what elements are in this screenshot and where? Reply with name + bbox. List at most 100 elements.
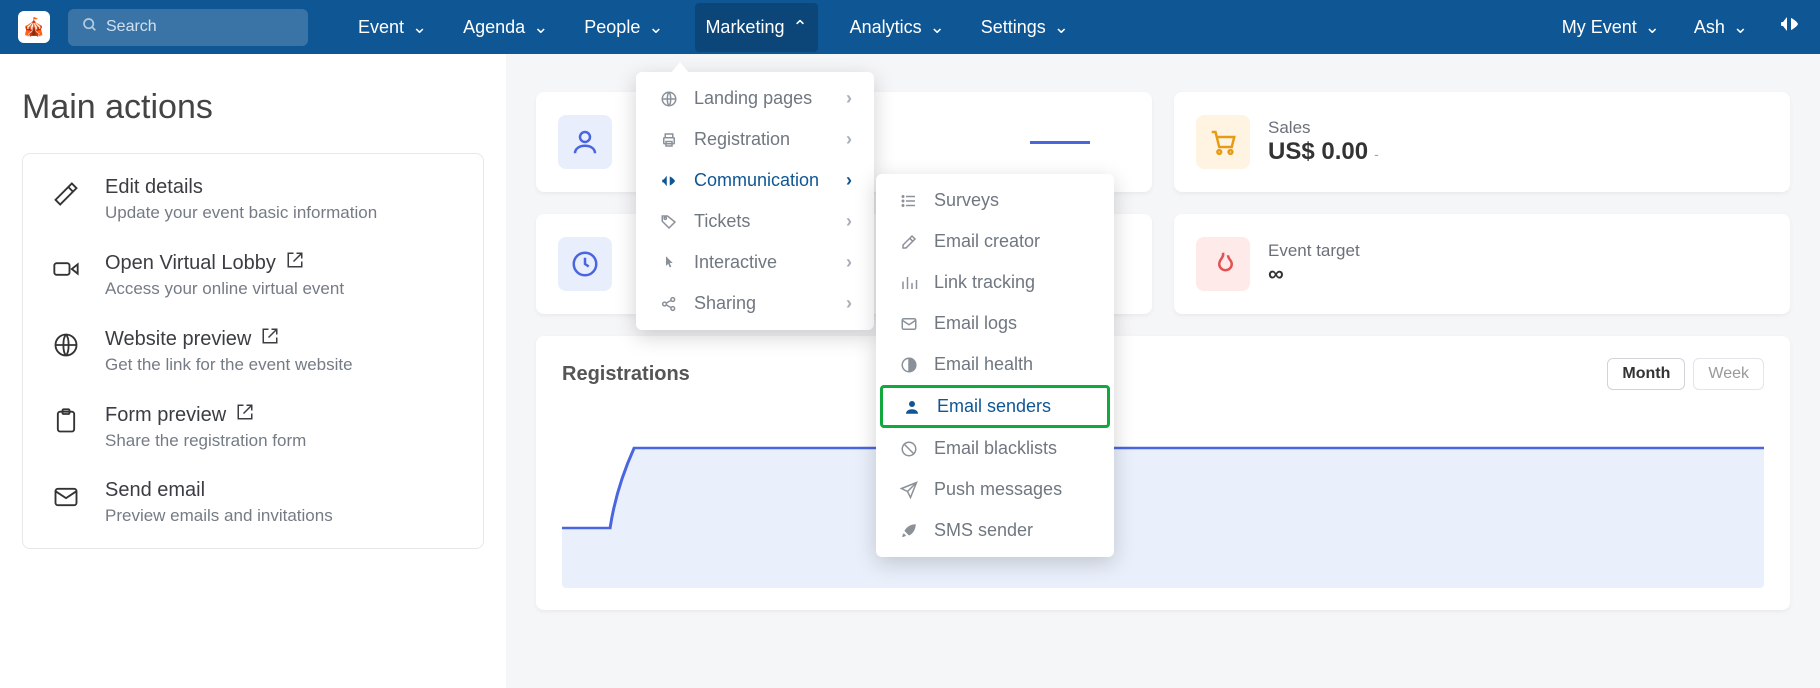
action-text: Form preview Share the registration form — [105, 403, 306, 451]
action-edit-details[interactable]: Edit details Update your event basic inf… — [49, 176, 457, 223]
menu-landing-pages[interactable]: Landing pages › — [636, 78, 874, 119]
chevron-down-icon: ⌄ — [648, 17, 663, 38]
action-text: Open Virtual Lobby Access your online vi… — [105, 251, 344, 299]
top-nav: 🎪 Event ⌄ Agenda⌄ People ⌄ Marketing⌃ Anal… — [0, 0, 1820, 54]
external-link-icon — [261, 327, 279, 351]
chevron-right-icon: › — [846, 211, 852, 232]
toggle-week[interactable]: Week — [1693, 358, 1764, 390]
search-input[interactable] — [106, 18, 294, 36]
menu-communication[interactable]: Communication › — [636, 160, 874, 201]
action-title: Open Virtual Lobby — [105, 252, 276, 275]
menu-label: Communication — [694, 170, 819, 191]
cart-icon — [1196, 115, 1250, 169]
nav-label: Marketing — [705, 17, 784, 38]
chart-area — [562, 408, 1764, 588]
action-text: Send email Preview emails and invitation… — [105, 479, 333, 526]
megaphone-icon — [658, 172, 680, 190]
stat-sub: - — [1374, 146, 1379, 162]
stat-text: Event target ∞ — [1268, 241, 1360, 287]
menu-label: Email health — [934, 354, 1033, 375]
stat-card-target[interactable]: Event target ∞ — [1174, 214, 1790, 314]
external-link-icon — [236, 403, 254, 427]
action-send-email[interactable]: Send email Preview emails and invitation… — [49, 479, 457, 526]
chevron-right-icon: › — [846, 293, 852, 314]
stat-label: Sales — [1268, 118, 1379, 138]
search-box[interactable] — [68, 9, 308, 46]
submenu-link-tracking[interactable]: Link tracking — [876, 262, 1114, 303]
stat-text: Sales US$ 0.00 - — [1268, 118, 1379, 166]
actions-card: Edit details Update your event basic inf… — [22, 153, 484, 549]
search-icon — [82, 17, 98, 38]
chevron-down-icon: ⌄ — [412, 17, 427, 38]
submenu-email-creator[interactable]: Email creator — [876, 221, 1114, 262]
nav-right: My Event ⌄ Ash⌄ — [1558, 3, 1802, 52]
contrast-icon — [898, 356, 920, 374]
share-icon — [658, 295, 680, 313]
nav-label: Analytics — [850, 17, 922, 38]
submenu-sms-sender[interactable]: SMS sender — [876, 510, 1114, 551]
nav-event[interactable]: Event ⌄ — [354, 3, 431, 52]
person-icon — [558, 115, 612, 169]
content-area: Sales US$ 0.00 - Event target — [506, 54, 1820, 688]
app-logo[interactable]: 🎪 — [18, 11, 50, 43]
chevron-down-icon: ⌄ — [930, 17, 945, 38]
action-title: Edit details — [105, 176, 203, 199]
submenu-surveys[interactable]: Surveys — [876, 180, 1114, 221]
action-text: Edit details Update your event basic inf… — [105, 176, 377, 223]
nav-agenda[interactable]: Agenda⌄ — [459, 3, 552, 52]
chevron-right-icon: › — [846, 252, 852, 273]
dropdown-arrow — [670, 62, 690, 74]
nav-analytics[interactable]: Analytics ⌄ — [846, 3, 949, 52]
envelope-icon — [898, 315, 920, 333]
submenu-email-blacklists[interactable]: Email blacklists — [876, 428, 1114, 469]
rocket-icon — [898, 522, 920, 540]
chevron-down-icon: ⌄ — [1733, 17, 1748, 38]
stat-divider — [1030, 141, 1090, 144]
communication-submenu: Surveys Email creator Link tracking Emai… — [876, 174, 1114, 557]
toggle-month[interactable]: Month — [1607, 358, 1685, 390]
action-text: Website preview Get the link for the eve… — [105, 327, 353, 375]
submenu-email-health[interactable]: Email health — [876, 344, 1114, 385]
stat-label: Event target — [1268, 241, 1360, 261]
ban-icon — [898, 440, 920, 458]
submenu-email-senders[interactable]: Email senders — [880, 385, 1110, 428]
menu-label: SMS sender — [934, 520, 1033, 541]
menu-label: Landing pages — [694, 88, 812, 109]
nav-user[interactable]: Ash⌄ — [1690, 3, 1752, 52]
menu-label: Email blacklists — [934, 438, 1057, 459]
nav-marketing[interactable]: Marketing⌃ — [695, 3, 817, 52]
action-website-preview[interactable]: Website preview Get the link for the eve… — [49, 327, 457, 375]
nav-my-event[interactable]: My Event ⌄ — [1558, 3, 1664, 52]
chevron-down-icon: ⌄ — [1645, 17, 1660, 38]
nav-settings[interactable]: Settings⌄ — [977, 3, 1073, 52]
edit-icon — [898, 233, 920, 251]
action-virtual-lobby[interactable]: Open Virtual Lobby Access your online vi… — [49, 251, 457, 299]
chevron-down-icon: ⌄ — [1054, 17, 1069, 38]
left-panel: Main actions Edit details Update your ev… — [0, 54, 506, 688]
stat-card-sales[interactable]: Sales US$ 0.00 - — [1174, 92, 1790, 192]
printer-icon — [658, 131, 680, 149]
menu-registration[interactable]: Registration › — [636, 119, 874, 160]
menu-interactive[interactable]: Interactive › — [636, 242, 874, 283]
nav-label: My Event — [1562, 17, 1637, 38]
submenu-push-messages[interactable]: Push messages — [876, 469, 1114, 510]
clipboard-icon — [49, 403, 83, 435]
person-icon — [901, 398, 923, 416]
globe-icon — [49, 327, 83, 359]
chart-icon — [898, 274, 920, 292]
action-desc: Get the link for the event website — [105, 355, 353, 375]
nav-label: People — [584, 17, 640, 38]
action-form-preview[interactable]: Form preview Share the registration form — [49, 403, 457, 451]
menu-label: Link tracking — [934, 272, 1035, 293]
menu-sharing[interactable]: Sharing › — [636, 283, 874, 324]
nav-label: Event — [358, 17, 404, 38]
action-desc: Preview emails and invitations — [105, 506, 333, 526]
menu-tickets[interactable]: Tickets › — [636, 201, 874, 242]
action-desc: Share the registration form — [105, 431, 306, 451]
submenu-email-logs[interactable]: Email logs — [876, 303, 1114, 344]
pointer-icon — [658, 254, 680, 272]
main-layout: Main actions Edit details Update your ev… — [0, 54, 1820, 688]
nav-people[interactable]: People ⌄ — [580, 3, 667, 52]
pencil-icon — [49, 176, 83, 208]
announcements-icon[interactable] — [1778, 12, 1802, 42]
